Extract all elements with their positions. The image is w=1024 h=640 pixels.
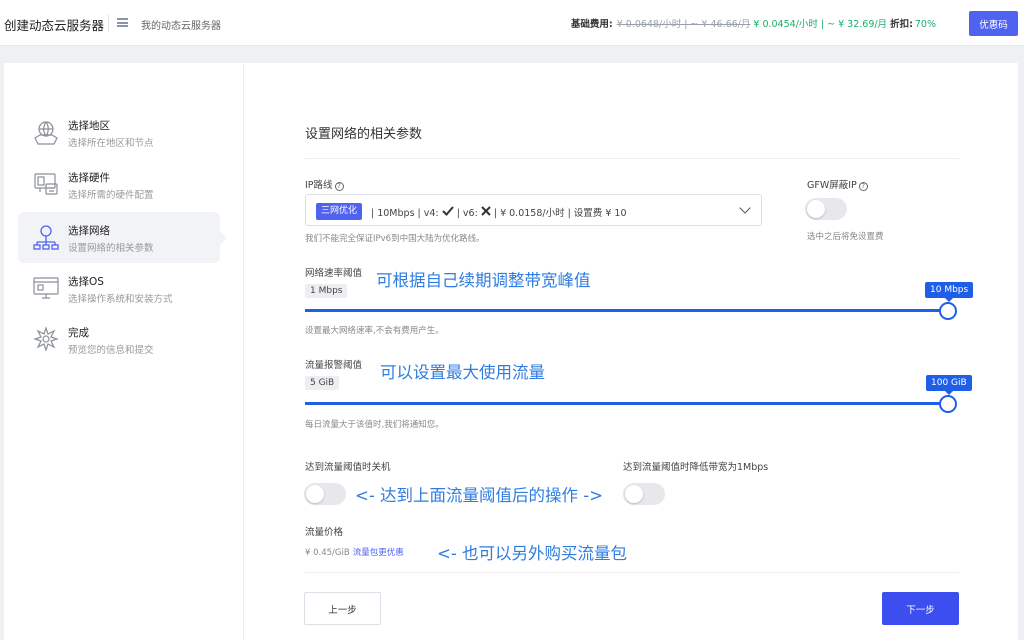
throttle-label: 达到流量阈值时降低带宽为1Mbps [623,462,769,473]
help-icon[interactable]: ? [334,182,344,191]
sidebar-item-title: 选择网络 [68,225,110,237]
shutdown-toggle[interactable] [304,483,346,505]
traffic-min: 5 GiB [305,376,340,390]
step-sidebar: 选择地区 选择所在地区和节点 选择硬件 选择所需的硬件配置 选择网络 设置网络的… [4,63,244,640]
divider [108,14,109,32]
gfw-label: GFW屏蔽IP? [807,177,868,191]
sidebar-item-title: 选择OS [68,276,104,288]
price-summary: 基础费用: ¥ 0.0648/小时 | ~ ¥ 46.66/月 ¥ 0.0454/小… [571,16,936,30]
prev-button[interactable]: 上一步 [304,592,381,625]
main-panel: 选择地区 选择所在地区和节点 选择硬件 选择所需的硬件配置 选择网络 设置网络的… [4,63,1018,640]
traffic-package-link[interactable]: 流量包更优惠 [353,548,404,558]
sidebar-item-network[interactable]: 选择网络 设置网络的相关参数 [18,212,227,263]
slider-track[interactable] [305,402,949,405]
discount-value: 70% [914,19,936,30]
bandwidth-slider[interactable] [305,301,957,321]
bandwidth-label: 网络速率阈值 [305,268,363,279]
route-tag: 三网优化 [316,203,363,220]
hardware-icon [32,170,60,198]
cross-icon [481,206,491,216]
bandwidth-min: 1 Mbps [305,284,348,298]
traffic-label: 流量报警阈值 [305,360,363,371]
route-value-part: | 10Mbps | v4: [371,208,439,219]
route-value-part: | ¥ 0.0158/小时 | 设置费 ¥ 10 [493,208,627,219]
shutdown-label: 达到流量阈值时关机 [305,462,391,473]
sidebar-item-region[interactable]: 选择地区 选择所在地区和节点 [18,107,220,158]
discount-label: 折扣: [890,19,913,30]
next-button[interactable]: 下一步 [882,592,959,625]
gfw-toggle[interactable] [805,198,847,220]
traffic-hint: 每日流量大于该值时,我们将通知您。 [305,420,444,430]
os-icon [32,274,60,302]
slider-track[interactable] [305,309,949,312]
sidebar-item-subtitle: 选择所在地区和节点 [68,138,154,149]
traffic-price-value: ¥ 0.45/GiB [305,548,350,558]
base-fee-label: 基础费用: [570,19,613,30]
chevron-down-icon [739,202,751,214]
traffic-tooltip: 100 GiB [926,375,972,395]
sidebar-item-subtitle: 设置网络的相关参数 [68,243,154,254]
bandwidth-hint: 设置最大网络速率,不会有费用产生。 [305,326,444,336]
ip-route-hint: 我们不能完全保证IPv6到中国大陆为优化路线。 [305,234,485,244]
top-bar: 创建动态云服务器 我的动态云服务器 基础费用: ¥ 0.0648/小时 | ~ ¥… [0,0,1024,46]
check-icon [441,206,454,216]
traffic-price: ¥ 0.45/GiB 流量包更优惠 [305,546,404,558]
old-price: ¥ 0.0648/小时 | ~ ¥ 46.66/月 [616,19,751,30]
page-title: 创建动态云服务器 [4,18,105,33]
traffic-slider[interactable] [305,394,957,414]
sidebar-item-subtitle: 选择所需的硬件配置 [68,190,154,201]
coupon-button[interactable]: 优惠码 [969,11,1018,36]
finish-icon [32,325,60,353]
network-icon [32,223,60,251]
gfw-hint: 选中之后将免设置费 [807,232,884,242]
breadcrumb[interactable]: 我的动态云服务器 [141,17,221,32]
threshold-annotation: <- 达到上面流量阈值后的操作 -> [355,486,604,505]
traffic-price-label: 流量价格 [305,527,344,538]
sidebar-item-finish[interactable]: 完成 预览您的信息和提交 [18,314,220,365]
slider-handle[interactable] [939,302,957,320]
ip-route-select[interactable]: 三网优化 | 10Mbps | v4: | v6: | ¥ 0.0158/小时 … [305,194,762,226]
throttle-toggle[interactable] [623,483,665,505]
sidebar-item-title: 完成 [68,327,89,339]
new-price: ¥ 0.0454/小时 | ~ ¥ 32.69/月 [753,19,888,30]
sidebar-item-title: 选择硬件 [68,172,110,184]
bandwidth-tooltip: 10 Mbps [925,282,974,302]
slider-handle[interactable] [939,395,957,413]
sidebar-item-subtitle: 预览您的信息和提交 [68,345,154,356]
help-icon[interactable]: ? [858,182,868,191]
sidebar-item-subtitle: 选择操作系统和安装方式 [68,294,173,305]
list-icon [117,18,128,27]
sidebar-item-title: 选择地区 [68,120,110,132]
divider [305,572,959,573]
bandwidth-annotation: 可根据自己续期调整带宽峰值 [376,271,591,290]
traffic-annotation: 可以设置最大使用流量 [380,363,545,382]
ip-route-label: IP路线? [305,177,344,191]
region-icon [32,118,60,146]
ip-route-label-text: IP路线 [305,180,333,191]
sidebar-item-os[interactable]: 选择OS 选择操作系统和安装方式 [18,263,220,314]
route-value-part: | v6: [456,208,478,219]
divider [305,158,959,159]
sidebar-item-hardware[interactable]: 选择硬件 选择所需的硬件配置 [18,159,220,210]
section-title: 设置网络的相关参数 [305,127,423,142]
gfw-label-text: GFW屏蔽IP [807,180,857,191]
traffic-price-annotation: <- 也可以另外购买流量包 [437,544,628,563]
route-value: | 10Mbps | v4: | v6: | ¥ 0.0158/小时 | 设置费… [371,205,626,219]
